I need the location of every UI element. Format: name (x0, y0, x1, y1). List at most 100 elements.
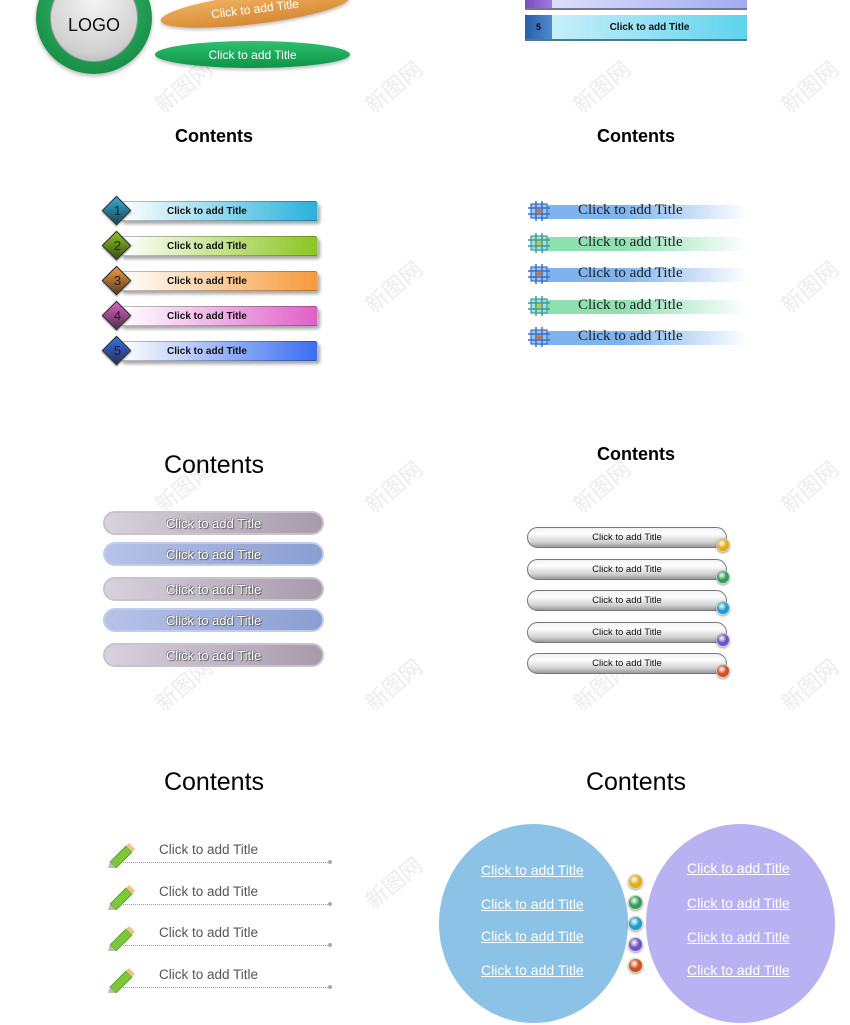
pencil-icon (108, 926, 135, 951)
color-dot-icon (716, 538, 730, 552)
watermark: 新图网 (777, 257, 844, 319)
color-dot-icon (716, 632, 730, 647)
watermark: 新图网 (361, 655, 428, 717)
numbered-bar-4-partial[interactable] (525, 0, 747, 10)
grid-list-item[interactable]: Click to add Title (528, 326, 748, 348)
item-label: Click to add Title (578, 202, 683, 218)
watermark: 新图网 (361, 257, 428, 319)
item-bar: Click to add Title (120, 271, 318, 291)
item-label: Click to add Title (578, 233, 683, 250)
dotted-divider (114, 986, 330, 988)
item-label: Click to add Title (165, 647, 262, 663)
dotted-divider (114, 862, 330, 863)
bar-label: Click to add Title (609, 21, 690, 33)
pencil-icon (108, 884, 135, 910)
left-circle (439, 824, 628, 1023)
item-label: Click to add Title (167, 205, 247, 217)
watermark: 新图网 (777, 57, 844, 119)
diamond-list-item[interactable]: Click to add Title 1 (101, 195, 324, 226)
pill-list-item[interactable]: Click to add Title (103, 577, 324, 601)
grid-list-item[interactable]: Click to add Title (528, 295, 748, 317)
item-label: Click to add Title (592, 532, 662, 543)
pill-list-item[interactable]: Click to add Title (103, 643, 324, 667)
item-number: 5 (113, 343, 122, 358)
right-circle-link[interactable]: Click to add Title (687, 929, 790, 945)
color-dot-icon (628, 937, 643, 952)
ellipse-label: Click to add Title (210, 0, 300, 22)
left-circle-link[interactable]: Click to add Title (481, 928, 584, 944)
numbered-bar-5[interactable]: 5 Click to add Title (525, 15, 747, 41)
item-label: Click to add Title (592, 626, 662, 638)
grid-ornament-icon (528, 232, 550, 253)
item-number: 2 (113, 238, 122, 253)
item-label: Click to add Title (167, 310, 247, 322)
color-dot-icon (628, 874, 643, 889)
color-dot-icon (628, 958, 643, 973)
pill-list-item[interactable]: Click to add Title (103, 511, 324, 535)
right-circle-link[interactable]: Click to add Title (687, 895, 790, 911)
chrome-pill-item[interactable]: Click to add Title (527, 558, 727, 580)
watermark: 新图网 (361, 853, 428, 915)
item-label: Click to add Title (167, 275, 247, 287)
color-dot-icon (628, 916, 643, 931)
right-circle-link[interactable]: Click to add Title (687, 962, 790, 978)
color-dot-icon (716, 664, 730, 678)
ellipse-label: Click to add Title (208, 47, 297, 62)
chrome-pill-item[interactable]: Click to add Title (527, 590, 727, 611)
left-circle-link[interactable]: Click to add Title (481, 962, 584, 978)
divider-endpoint (328, 860, 332, 864)
grid-list-item[interactable]: Click to add Title (528, 232, 748, 254)
section-heading: Contents (597, 444, 675, 464)
item-label: Click to add Title (165, 515, 262, 531)
diamond-list-item[interactable]: Click to add Title 3 (101, 265, 324, 296)
section-heading: Contents (597, 126, 675, 146)
item-number: 3 (113, 273, 122, 288)
item-bar: Click to add Title (120, 236, 318, 256)
item-label: Click to add Title (578, 328, 683, 344)
right-circle (646, 824, 835, 1023)
item-label: Click to add Title (165, 581, 262, 597)
pencil-list-item[interactable]: Click to add Title (106, 840, 332, 870)
item-bar: Click to add Title (120, 341, 318, 361)
pencil-list-item[interactable]: Click to add Title (106, 923, 332, 953)
divider-endpoint (328, 943, 332, 947)
item-bar: Click to add Title (120, 306, 318, 326)
diamond-list-item[interactable]: Click to add Title 2 (101, 230, 324, 261)
pencil-icon (108, 967, 135, 993)
chrome-pill-item[interactable]: Click to add Title (527, 621, 727, 643)
right-circle-link[interactable]: Click to add Title (687, 860, 790, 876)
item-number: 4 (113, 308, 122, 323)
dotted-divider (114, 945, 330, 946)
section-heading: Contents (163, 451, 265, 479)
pill-list-item[interactable]: Click to add Title (103, 608, 324, 632)
bar-number-badge (525, 0, 552, 8)
item-label: Click to add Title (165, 546, 262, 562)
grid-list-item[interactable]: Click to add Title (528, 200, 748, 222)
item-label: Click to add Title (592, 563, 662, 575)
bar-number-badge: 5 (525, 15, 552, 39)
section-heading: Contents (175, 126, 253, 146)
color-dot-icon (628, 895, 643, 910)
grid-ornament-icon (528, 264, 550, 284)
grid-ornament-icon (528, 201, 550, 221)
diamond-list-item[interactable]: Click to add Title 5 (101, 335, 324, 366)
item-label: Click to add Title (578, 296, 683, 313)
chrome-pill-item[interactable]: Click to add Title (527, 527, 727, 548)
item-label: Click to add Title (159, 842, 259, 857)
color-dot-icon (716, 569, 730, 584)
left-circle-link[interactable]: Click to add Title (481, 896, 584, 912)
divider-endpoint (328, 901, 332, 906)
pencil-list-item[interactable]: Click to add Title (106, 965, 332, 995)
chrome-pill-item[interactable]: Click to add Title (527, 653, 727, 674)
watermark: 新图网 (777, 457, 844, 519)
title-ellipse-orange[interactable]: Click to add Title (158, 0, 352, 36)
diamond-list-item[interactable]: Click to add Title 4 (101, 300, 324, 331)
pencil-list-item[interactable]: Click to add Title (106, 882, 332, 912)
grid-list-item[interactable]: Click to add Title (528, 263, 748, 285)
logo-text: LOGO (67, 14, 120, 35)
watermark: 新图网 (569, 57, 636, 119)
pill-list-item[interactable]: Click to add Title (103, 542, 324, 566)
left-circle-link[interactable]: Click to add Title (481, 862, 584, 878)
item-number: 1 (113, 203, 122, 218)
title-ellipse-green[interactable]: Click to add Title (155, 41, 350, 68)
